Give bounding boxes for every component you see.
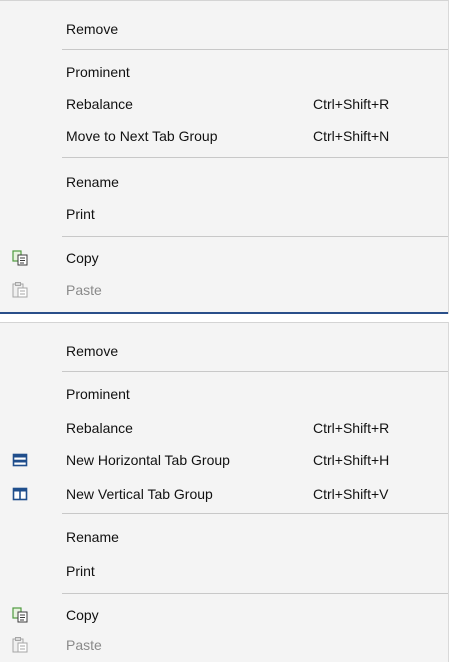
menu-item-new-vertical-tab-group[interactable]: New Vertical Tab Group Ctrl+Shift+V: [0, 478, 448, 510]
menu-item-rebalance[interactable]: Rebalance Ctrl+Shift+R: [0, 412, 448, 444]
menu-item-rebalance[interactable]: Rebalance Ctrl+Shift+R: [0, 88, 448, 120]
context-menu-top: Remove Prominent Rebalance Ctrl+Shift+R …: [0, 0, 449, 314]
vertical-tab-group-icon: [12, 486, 28, 502]
menu-item-print[interactable]: Print: [0, 555, 448, 587]
copy-icon: [12, 607, 28, 623]
menu-item-shortcut: Ctrl+Shift+R: [313, 96, 390, 112]
menu-item-label: Copy: [66, 607, 99, 623]
menu-item-label: Rebalance: [66, 96, 133, 112]
menu-item-remove[interactable]: Remove: [0, 335, 448, 367]
menu-item-shortcut: Ctrl+Shift+R: [313, 420, 390, 436]
menu-item-label: New Vertical Tab Group: [66, 486, 213, 502]
menu-item-shortcut: Ctrl+Shift+V: [313, 486, 389, 502]
menu-item-copy[interactable]: Copy: [0, 242, 448, 274]
menu-item-label: Remove: [66, 21, 119, 37]
menu-item-shortcut: Ctrl+Shift+H: [313, 452, 390, 468]
menu-item-new-horizontal-tab-group[interactable]: New Horizontal Tab Group Ctrl+Shift+H: [0, 444, 448, 476]
menu-item-label: Paste: [66, 282, 102, 298]
context-menu-bottom: Remove Prominent Rebalance Ctrl+Shift+R …: [0, 322, 449, 662]
menu-item-shortcut: Ctrl+Shift+N: [313, 128, 390, 144]
menu-item-rename[interactable]: Rename: [0, 521, 448, 553]
menu-item-label: Print: [66, 563, 95, 579]
menu-item-rename[interactable]: Rename: [0, 166, 448, 198]
menu-item-label: Rebalance: [66, 420, 133, 436]
menu-separator: [62, 513, 448, 514]
menu-separator: [62, 236, 448, 237]
menu-item-label: Rename: [66, 174, 119, 190]
menu-bottom-edge: [0, 312, 448, 314]
paste-icon: [12, 637, 28, 653]
menu-item-label: Print: [66, 206, 95, 222]
menu-item-paste[interactable]: Paste: [0, 274, 448, 306]
menu-item-label: Remove: [66, 343, 119, 359]
menu-item-label: Rename: [66, 529, 119, 545]
menu-item-label: New Horizontal Tab Group: [66, 452, 230, 468]
menu-item-label: Paste: [66, 637, 102, 653]
menu-item-paste[interactable]: Paste: [0, 629, 448, 661]
menu-item-copy[interactable]: Copy: [0, 599, 448, 631]
menu-item-label: Move to Next Tab Group: [66, 128, 218, 144]
menu-item-prominent[interactable]: Prominent: [0, 378, 448, 410]
copy-icon: [12, 250, 28, 266]
horizontal-tab-group-icon: [12, 452, 28, 468]
menu-separator: [62, 49, 448, 50]
menu-item-remove[interactable]: Remove: [0, 13, 448, 45]
menu-item-move-to-next-tab-group[interactable]: Move to Next Tab Group Ctrl+Shift+N: [0, 120, 448, 152]
menu-item-prominent[interactable]: Prominent: [0, 56, 448, 88]
paste-icon: [12, 282, 28, 298]
menu-separator: [62, 157, 448, 158]
menu-item-label: Copy: [66, 250, 99, 266]
menu-item-label: Prominent: [66, 386, 130, 402]
menu-item-label: Prominent: [66, 64, 130, 80]
menu-separator: [62, 593, 448, 594]
menu-item-print[interactable]: Print: [0, 198, 448, 230]
menu-separator: [62, 371, 448, 372]
